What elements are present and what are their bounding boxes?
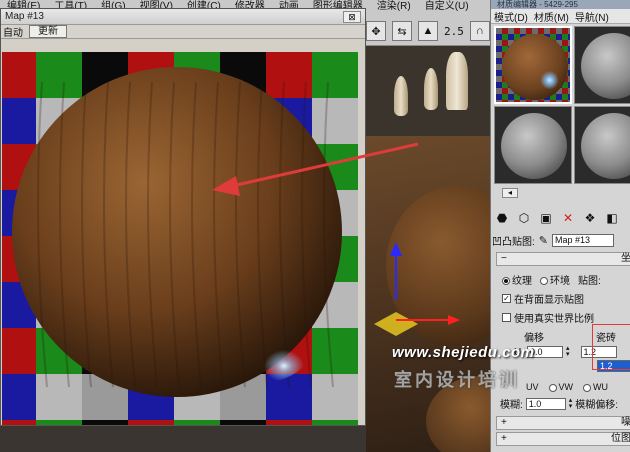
rollout-expand-icon: + [501, 417, 507, 428]
material-slot[interactable] [574, 106, 630, 184]
material-sphere [501, 113, 567, 179]
curve-icon[interactable]: ∩ [469, 21, 490, 41]
radio-dot [583, 383, 592, 392]
bump-map-row: 凹凸贴图: ✎ Map #13 [490, 232, 630, 248]
rollout-expand-icon: + [501, 433, 507, 444]
blur-row: 模糊: 1.0 ▴ ▾ 模糊偏移: [496, 392, 630, 412]
blur-label: 模糊: [500, 400, 523, 411]
checker-cell [312, 420, 358, 425]
spinner-icon[interactable]: ▴ ▾ [569, 397, 573, 410]
mapping-type-row: 纹理 环境 贴图: [496, 266, 630, 287]
delete-icon[interactable]: ✕ [560, 210, 576, 226]
checker-cell [174, 420, 220, 425]
material-menu-item[interactable]: 材质(M) [534, 9, 569, 24]
checkbox-unchecked [502, 313, 511, 322]
checker-cell [2, 328, 36, 374]
wu-option[interactable]: WU [583, 382, 608, 392]
blur-input[interactable]: 1.0 [525, 397, 566, 410]
material-sphere [502, 34, 568, 100]
checker-pattern [2, 52, 358, 425]
close-icon[interactable]: ⊠ [343, 10, 361, 23]
checker-cell [266, 420, 312, 425]
auto-update-label[interactable]: 自动 [3, 24, 23, 39]
rollout-title: 坐 [621, 253, 630, 264]
checker-cell [36, 374, 82, 420]
rollout-toggle-icon: − [501, 253, 507, 264]
checkbox-checked: ✓ [502, 294, 511, 303]
checker-cell [312, 52, 358, 98]
menu-item[interactable]: 自定义(U) [418, 0, 476, 14]
map-window-toolbar: 自动 更新 [1, 25, 365, 39]
material-slot[interactable] [494, 106, 572, 184]
put-material-icon[interactable]: ⬡ [516, 210, 532, 226]
material-slot-selected[interactable] [494, 26, 572, 104]
checker-cell [36, 420, 82, 425]
checker-cell [2, 98, 36, 144]
render-icon[interactable]: ▲ [418, 21, 438, 41]
snap-icon[interactable]: ✥ [366, 21, 386, 41]
material-editor-menubar: 模式(D) 材质(M) 导航(N) [491, 9, 630, 24]
unique-icon[interactable]: ◧ [604, 210, 620, 226]
watermark-url: www.shejiedu.com [392, 344, 535, 361]
copy-material-icon[interactable]: ❖ [582, 210, 598, 226]
checker-cell [312, 328, 358, 374]
checker-background [2, 52, 364, 425]
slot-scrollbar[interactable]: ◂ [502, 188, 518, 198]
get-material-icon[interactable]: ⬣ [494, 210, 510, 226]
checker-cell [312, 374, 358, 420]
checker-cell [82, 420, 128, 425]
scene-vase [446, 52, 468, 110]
map-name-field[interactable]: Map #13 [552, 233, 614, 247]
eyedropper-icon[interactable]: ✎ [539, 234, 548, 247]
map-preview-window[interactable]: Map #13 ⊠ 自动 更新 [0, 8, 366, 426]
zoom-readout: 2.5 [444, 24, 464, 38]
environment-radio[interactable]: 环境 [540, 272, 570, 287]
material-editor-toolbar: ⬣ ⬡ ▣ ✕ ❖ ◧ [494, 208, 620, 228]
real-world-scale-checkbox[interactable]: 使用真实世界比例 [496, 306, 630, 325]
checker-cell [128, 420, 174, 425]
uv-option[interactable]: UV [526, 382, 539, 392]
offset-label: 偏移 [524, 333, 544, 344]
blur-offset-label: 模糊偏移: [575, 400, 619, 411]
scene-vase [424, 68, 438, 110]
texture-radio[interactable]: 纹理 [502, 272, 532, 287]
vw-option[interactable]: VW [548, 382, 573, 392]
noise-rollout-header[interactable]: + 噪 [496, 416, 630, 430]
material-sphere [581, 33, 630, 99]
show-map-on-back-checkbox[interactable]: ✓ 在背面显示贴图 [496, 287, 630, 306]
material-menu-item[interactable]: 模式(D) [494, 9, 528, 24]
radio-dot [540, 277, 548, 286]
specular-highlight [214, 302, 314, 382]
bump-map-label: 凹凸贴图: [492, 236, 535, 248]
map-window-titlebar[interactable]: Map #13 ⊠ [1, 9, 365, 25]
radio-dot [548, 383, 557, 392]
checker-cell [2, 420, 36, 425]
checker-cell [312, 98, 358, 144]
checker-cell [36, 52, 82, 98]
scene-vase [394, 76, 408, 116]
map-window-title: Map #13 [5, 11, 44, 22]
bitmap-rollout-header[interactable]: + 位图 [496, 432, 630, 446]
material-menu-item[interactable]: 导航(N) [575, 9, 609, 24]
spinner-icon[interactable]: ▴ ▾ [566, 345, 570, 358]
checker-cell [2, 52, 36, 98]
checker-cell [2, 374, 36, 420]
radio-dot [502, 277, 510, 286]
tiling-highlight-box [592, 324, 630, 370]
mirror-icon[interactable]: ⇆ [392, 21, 412, 41]
material-sphere [581, 113, 630, 179]
map-channel-label: 贴图: [578, 276, 601, 287]
menu-item[interactable]: 渲染(R) [370, 0, 418, 14]
update-button[interactable]: 更新 [29, 25, 67, 38]
assign-material-icon[interactable]: ▣ [538, 210, 554, 226]
checker-cell [220, 420, 266, 425]
coordinates-rollout-header[interactable]: − 坐 [496, 252, 630, 266]
watermark-text: 室内设计培训 [394, 370, 520, 390]
material-slot[interactable] [574, 26, 630, 104]
